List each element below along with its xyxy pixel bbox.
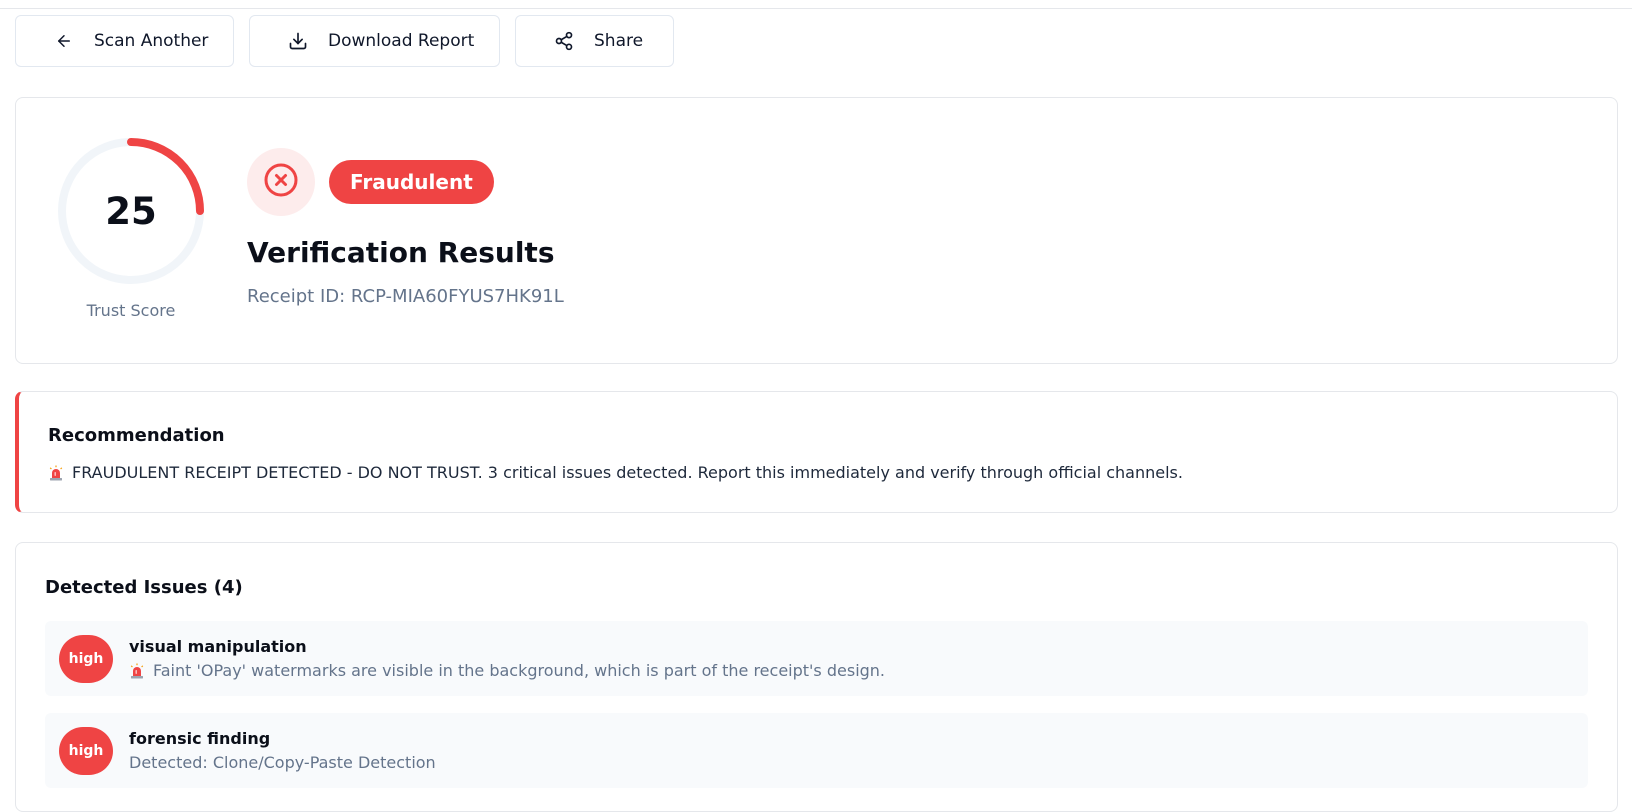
recommendation-body: FRAUDULENT RECEIPT DETECTED - DO NOT TRU…: [48, 463, 1183, 482]
recommendation-text: FRAUDULENT RECEIPT DETECTED - DO NOT TRU…: [72, 463, 1183, 482]
arrow-left-icon: [54, 31, 74, 51]
top-divider: [0, 8, 1632, 9]
siren-icon: [129, 663, 145, 679]
issue-title: forensic finding: [129, 729, 271, 748]
recommendation-card: Recommendation FRAUDULENT RECEIPT DETECT…: [15, 391, 1618, 513]
severity-badge: high: [59, 727, 113, 775]
download-report-button[interactable]: Download Report: [249, 15, 500, 67]
issue-item: high forensic finding Detected: Clone/Co…: [45, 713, 1588, 788]
share-button[interactable]: Share: [515, 15, 674, 67]
share-icon: [554, 31, 574, 51]
issue-description: Detected: Clone/Copy-Paste Detection: [129, 753, 436, 772]
detected-issues-title: Detected Issues (4): [45, 577, 243, 598]
status-badge: Fraudulent: [329, 160, 494, 204]
scan-another-label: Scan Another: [94, 31, 209, 51]
recommendation-title: Recommendation: [48, 425, 225, 446]
trust-score-value: 25: [105, 189, 157, 233]
issue-description-text: Detected: Clone/Copy-Paste Detection: [129, 753, 436, 772]
action-toolbar: Scan Another Download Report Share: [15, 15, 674, 67]
issue-title: visual manipulation: [129, 637, 307, 656]
page-title: Verification Results: [247, 236, 555, 269]
x-circle-icon: [263, 162, 299, 202]
scan-another-button[interactable]: Scan Another: [15, 15, 234, 67]
download-report-label: Download Report: [328, 31, 475, 51]
trust-score-label: Trust Score: [86, 301, 176, 320]
severity-badge: high: [59, 635, 113, 683]
receipt-id: Receipt ID: RCP-MIA60FYUS7HK91L: [247, 286, 564, 307]
share-label: Share: [594, 31, 644, 51]
detected-issues-card: Detected Issues (4) high visual manipula…: [15, 542, 1618, 812]
issue-description: Faint 'OPay' watermarks are visible in t…: [129, 661, 885, 680]
siren-icon: [48, 465, 64, 481]
download-icon: [288, 31, 308, 51]
issue-description-text: Faint 'OPay' watermarks are visible in t…: [153, 661, 886, 680]
verification-summary-card: 25 Trust Score Fraudulent Verification R…: [15, 97, 1618, 364]
status-icon-container: [247, 148, 315, 216]
issue-item: high visual manipulation Faint 'OPay' wa…: [45, 621, 1588, 696]
trust-score-gauge: 25: [56, 136, 206, 286]
